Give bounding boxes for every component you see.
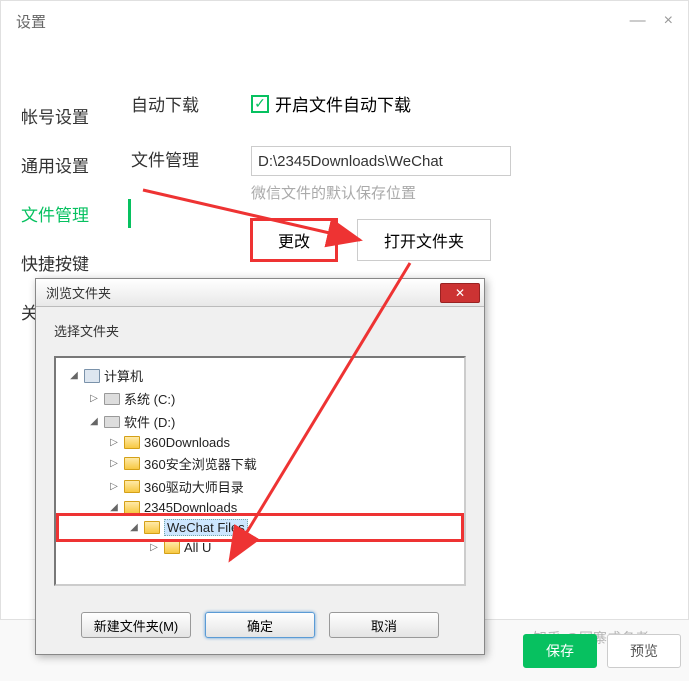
tree-node[interactable]: ◢ 计算机 <box>60 364 460 387</box>
dialog-button-row: 新建文件夹(M) 确定 取消 <box>36 600 484 654</box>
tree-node-label: 360Downloads <box>144 435 230 450</box>
settings-title: 设置 <box>16 11 46 32</box>
change-button[interactable]: 更改 <box>251 219 337 261</box>
tree-node[interactable]: ▷ 360安全浏览器下载 <box>60 452 460 475</box>
cancel-button[interactable]: 取消 <box>329 612 439 638</box>
auto-download-checkbox-wrap[interactable]: ✓ 开启文件自动下载 <box>251 91 411 116</box>
dialog-prompt: 选择文件夹 <box>54 321 466 340</box>
window-controls: — × <box>630 12 673 30</box>
tree-node-label: 计算机 <box>104 366 143 385</box>
page-footer: 保存 预览 <box>515 626 689 676</box>
expand-arrow-icon[interactable]: ◢ <box>88 416 100 427</box>
dialog-close-button[interactable]: ✕ <box>440 283 480 303</box>
tree-node-label: 2345Downloads <box>144 500 237 515</box>
dialog-title: 浏览文件夹 <box>46 283 111 302</box>
expand-arrow-icon[interactable]: ▷ <box>88 393 100 404</box>
folder-icon <box>164 541 180 554</box>
drive-icon <box>104 393 120 405</box>
expand-arrow-icon[interactable]: ▷ <box>148 542 160 553</box>
expand-arrow-icon[interactable]: ◢ <box>68 370 80 381</box>
expand-arrow-icon[interactable]: ◢ <box>128 522 140 533</box>
file-mgmt-controls: D:\2345Downloads\WeChat 微信文件的默认保存位置 更改 打… <box>251 146 511 261</box>
minimize-icon[interactable]: — <box>630 12 646 30</box>
auto-download-checkbox-label: 开启文件自动下载 <box>275 91 411 116</box>
auto-download-row: 自动下载 ✓ 开启文件自动下载 <box>131 91 628 116</box>
sidebar-item-files[interactable]: 文件管理 <box>21 189 131 238</box>
footer-save-button[interactable]: 保存 <box>523 634 597 668</box>
footer-preview-button[interactable]: 预览 <box>607 634 681 668</box>
tree-node-label: All U <box>184 540 211 555</box>
file-mgmt-row: 文件管理 D:\2345Downloads\WeChat 微信文件的默认保存位置… <box>131 146 628 261</box>
checkmark-icon: ✓ <box>251 95 269 113</box>
expand-arrow-icon[interactable]: ▷ <box>108 437 120 448</box>
folder-tree[interactable]: ◢ 计算机 ▷ 系统 (C:) ◢ 软件 (D:) ▷ 360Downloads ▷ 360安全浏… <box>54 356 466 586</box>
file-path-input[interactable]: D:\2345Downloads\WeChat <box>251 146 511 176</box>
sidebar-item-general[interactable]: 通用设置 <box>21 140 131 189</box>
folder-icon <box>124 436 140 449</box>
ok-button[interactable]: 确定 <box>205 612 315 638</box>
file-mgmt-label: 文件管理 <box>131 146 251 261</box>
new-folder-button[interactable]: 新建文件夹(M) <box>81 612 191 638</box>
folder-icon <box>124 480 140 493</box>
drive-icon <box>104 416 120 428</box>
file-mgmt-buttons: 更改 打开文件夹 <box>251 219 511 261</box>
auto-download-label: 自动下载 <box>131 91 251 116</box>
tree-node-label: 软件 (D:) <box>124 412 175 431</box>
close-icon[interactable]: × <box>664 12 673 30</box>
dialog-titlebar: 浏览文件夹 ✕ <box>36 279 484 307</box>
expand-arrow-icon[interactable]: ▷ <box>108 481 120 492</box>
browse-folder-dialog: 浏览文件夹 ✕ 选择文件夹 ◢ 计算机 ▷ 系统 (C:) ◢ 软件 (D:) ▷ 360Do… <box>35 278 485 655</box>
tree-node[interactable]: ▷ 360Downloads <box>60 433 460 452</box>
folder-icon <box>144 521 160 534</box>
file-path-hint: 微信文件的默认保存位置 <box>251 182 511 203</box>
sidebar-item-account[interactable]: 帐号设置 <box>21 91 131 140</box>
tree-node[interactable]: ▷ 系统 (C:) <box>60 387 460 410</box>
tree-node[interactable]: ◢ 2345Downloads <box>60 498 460 517</box>
dialog-body: 选择文件夹 ◢计算机▷系统 (C:)◢软件 (D:)▷360Downloads▷… <box>36 307 484 600</box>
tree-node-label: 360驱动大师目录 <box>144 477 244 496</box>
tree-node-label: WeChat Files <box>164 519 248 536</box>
tree-node[interactable]: ◢ 软件 (D:) <box>60 410 460 433</box>
tree-node[interactable]: ◢ WeChat Files <box>60 517 460 538</box>
folder-icon <box>124 501 140 514</box>
tree-node[interactable]: ▷ All U <box>60 538 460 557</box>
computer-icon <box>84 369 100 383</box>
tree-node-label: 系统 (C:) <box>124 389 175 408</box>
settings-titlebar: 设置 — × <box>1 1 688 41</box>
expand-arrow-icon[interactable]: ▷ <box>108 458 120 469</box>
tree-node[interactable]: ▷ 360驱动大师目录 <box>60 475 460 498</box>
folder-icon <box>124 457 140 470</box>
open-folder-button[interactable]: 打开文件夹 <box>357 219 491 261</box>
tree-node-label: 360安全浏览器下载 <box>144 454 257 473</box>
expand-arrow-icon[interactable]: ◢ <box>108 502 120 513</box>
